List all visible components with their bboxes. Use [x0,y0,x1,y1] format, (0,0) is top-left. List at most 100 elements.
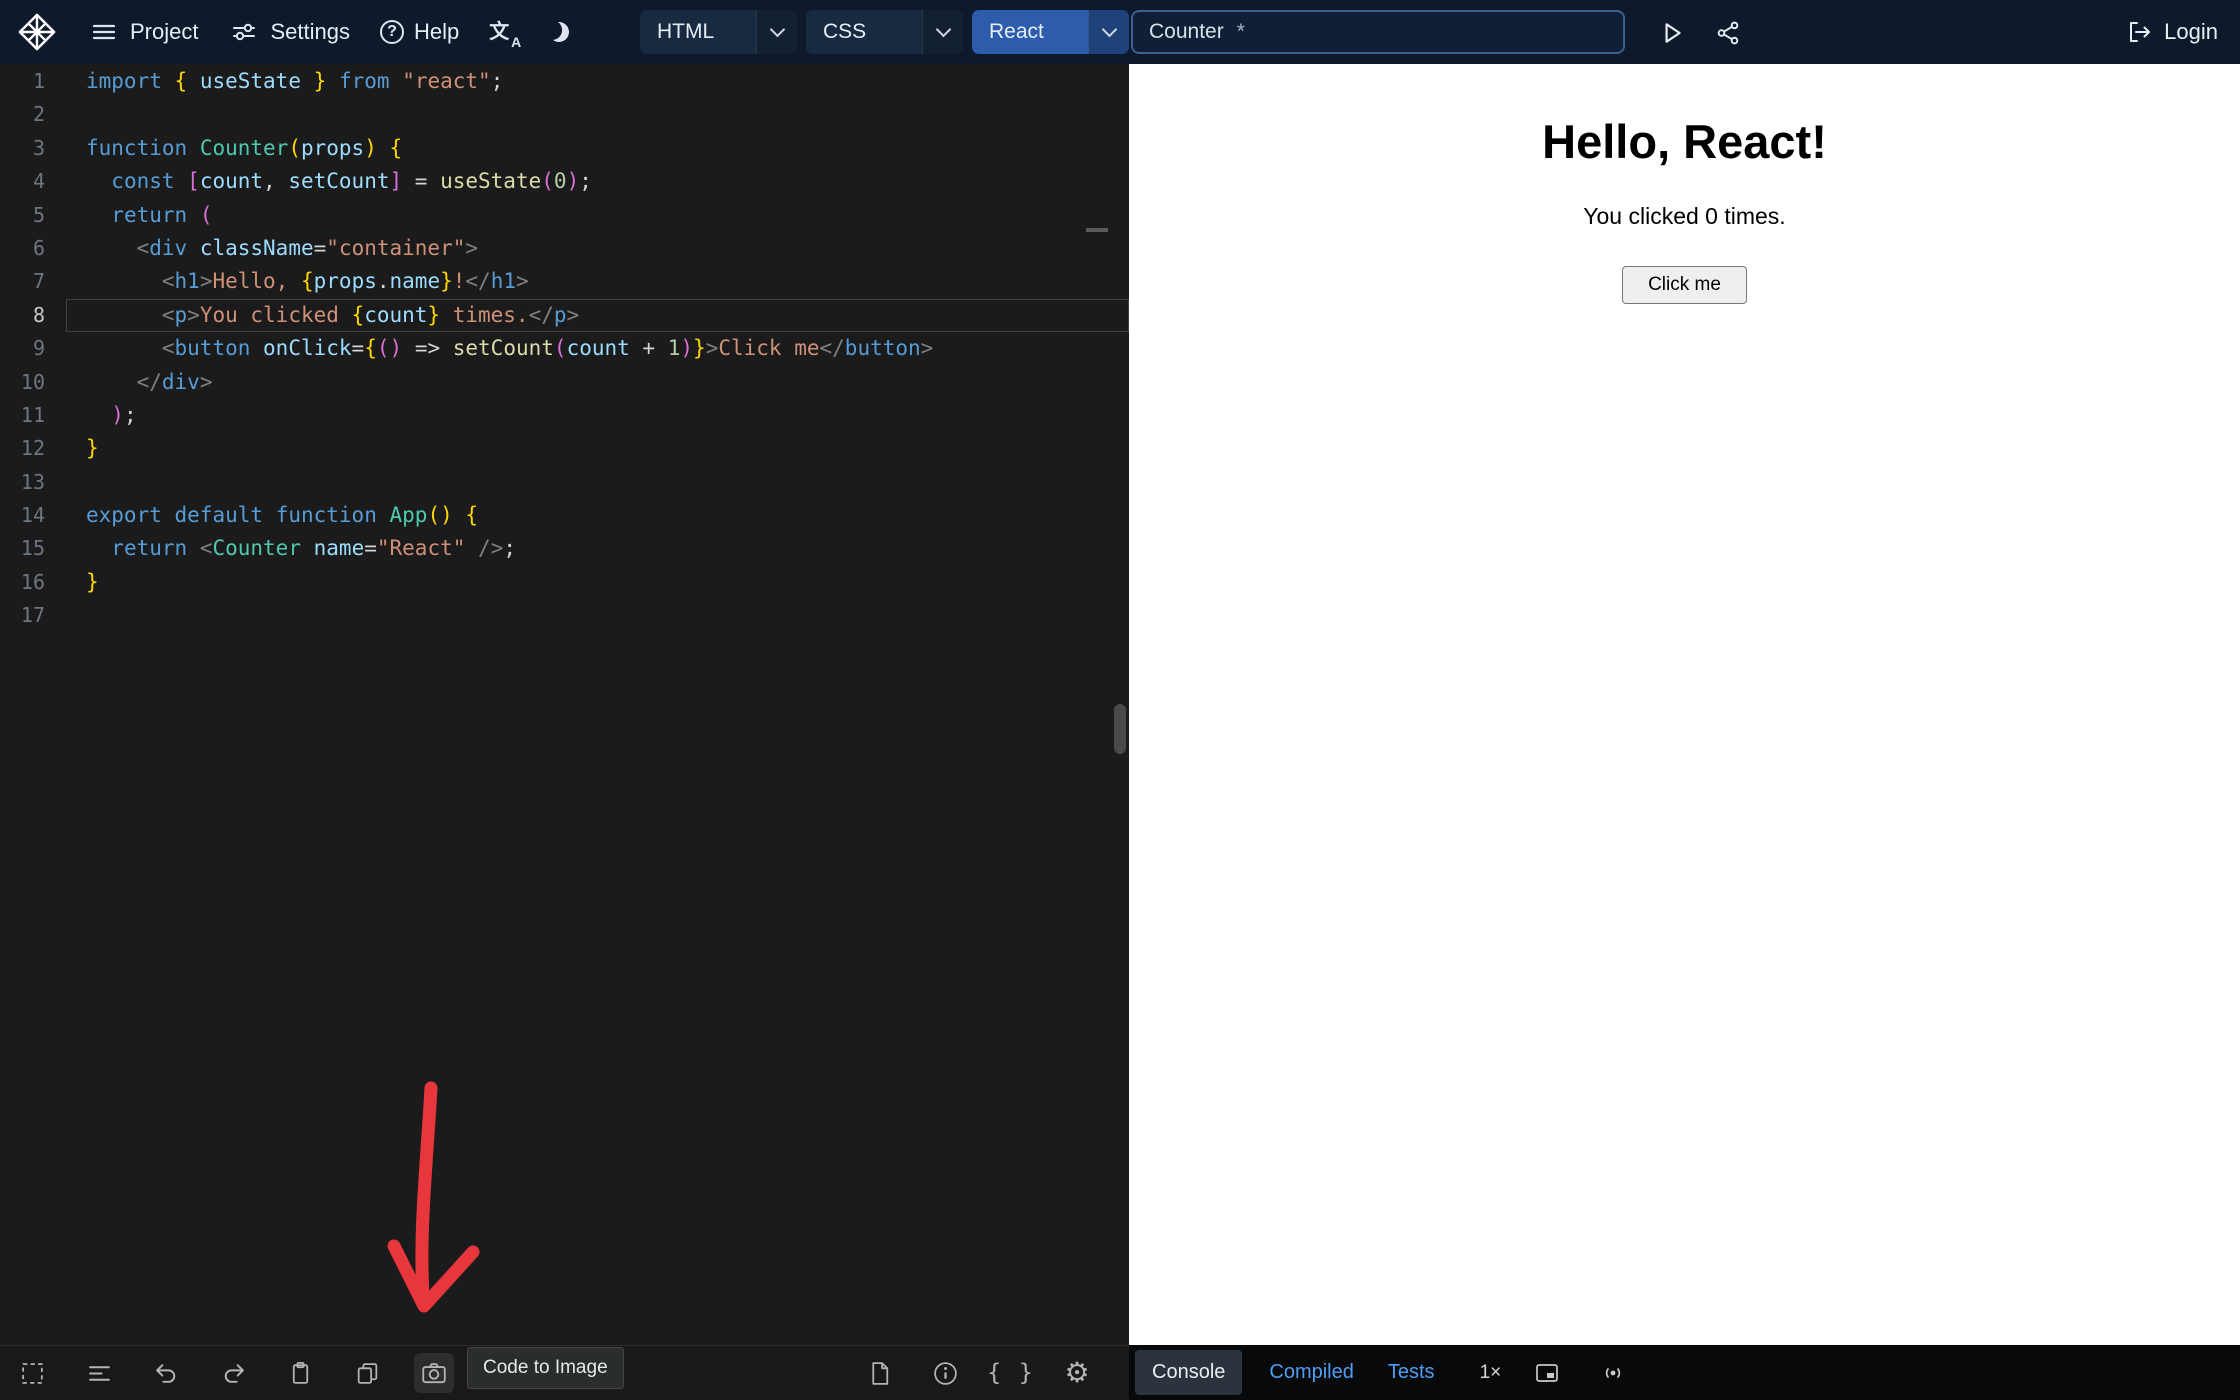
redo-icon [224,1363,244,1383]
line-number-6: 6 [32,235,45,260]
chevron-down-icon [935,21,951,38]
play-icon [1665,23,1681,43]
login-icon [2130,22,2151,42]
project-name-value: Counter [1149,20,1224,43]
line-number-14: 14 [20,503,45,528]
preview-pane: Hello, React! You clicked 0 times. Click… [1129,64,2240,1345]
unsaved-marker: * [1236,20,1245,43]
gear-icon: ⚙ [1064,1357,1090,1388]
redo-button[interactable] [213,1353,253,1393]
code-area[interactable]: import { useState } from "react"; functi… [66,64,1129,1345]
broadcast-icon [1606,1367,1621,1378]
sliders-icon [228,16,260,48]
share-button[interactable] [1708,13,1748,53]
tab-react[interactable]: React [972,10,1129,54]
tab-css[interactable]: CSS [806,10,963,54]
file-icon [871,1361,888,1385]
line-number-16: 16 [20,569,45,594]
line-number-11: 11 [20,402,45,427]
info-button[interactable] [925,1353,965,1393]
translate-button[interactable]: 文A [489,17,522,50]
scrollbar-thumb[interactable] [1114,704,1126,754]
code-line-9[interactable]: <button onClick={() => setCount(count + … [66,332,1129,365]
code-line-13[interactable] [66,466,1129,499]
chevron-down-icon [769,21,785,38]
editor-settings-button[interactable]: ⚙ [1057,1353,1097,1393]
camera-icon [422,1363,446,1384]
menu-item-help[interactable]: ? Help [379,19,459,45]
info-icon [933,1361,957,1385]
code-line-12[interactable]: } [66,432,1129,465]
menu-item-settings[interactable]: Settings [228,16,350,48]
tab-tests[interactable]: Tests [1371,1345,1452,1400]
selection-mode-button[interactable] [12,1353,52,1393]
live-reload-button[interactable] [1593,1353,1633,1393]
click-me-button[interactable]: Click me [1622,266,1747,304]
chevron-down-icon [1101,21,1117,38]
selection-icon [21,1362,43,1384]
format-lines-button[interactable] [79,1353,119,1393]
line-number-12: 12 [20,436,45,461]
code-line-15[interactable]: return <Counter name="React" />; [66,532,1129,565]
topbar: Project Settings ? Help 文A HTML CSS Reac… [0,0,2240,64]
gutter: 1 2 3 4 5 6 7 8 9 10 11 12 13 14 15 16 17 [0,64,66,1345]
line-number-15: 15 [20,536,45,561]
menu-item-project[interactable]: Project [88,16,198,48]
align-lines-icon [88,1365,110,1381]
file-tabs: HTML CSS React [640,10,1129,54]
file-button[interactable] [859,1353,899,1393]
line-number-7: 7 [32,269,45,294]
code-line-5[interactable]: return ( [66,199,1129,232]
zoom-level: 1× [1479,1361,1502,1383]
run-button[interactable] [1652,13,1692,53]
line-number-17: 17 [20,603,45,628]
translate-icon: 文A [489,21,522,50]
tab-html[interactable]: HTML [640,10,797,54]
code-line-16[interactable]: } [66,566,1129,599]
app-logo-icon[interactable] [16,11,58,53]
code-line-7[interactable]: <h1>Hello, {props.name}!</h1> [66,265,1129,298]
menu-item-settings-label: Settings [270,19,350,44]
code-to-image-button[interactable] [414,1353,454,1393]
editor-scrollbar[interactable] [1110,64,1129,1345]
preview-heading: Hello, React! [1542,115,1827,168]
code-line-17[interactable] [66,599,1129,632]
theme-toggle-button[interactable] [549,22,569,42]
tab-css-label: CSS [823,20,867,43]
copy-button[interactable] [347,1353,387,1393]
code-line-10[interactable]: </div> [66,366,1129,399]
project-name-input[interactable]: Counter * [1131,10,1625,54]
code-to-image-tooltip: Code to Image [467,1347,624,1389]
hamburger-icon [88,16,120,48]
line-number-10: 10 [20,369,45,394]
tab-react-dropdown[interactable] [1088,10,1129,54]
tab-console[interactable]: Console [1135,1350,1243,1395]
code-line-2[interactable] [66,98,1129,131]
tab-html-dropdown[interactable] [756,10,797,54]
braces-icon: { } [987,1360,1035,1386]
code-editor-pane: 1 2 3 4 5 6 7 8 9 10 11 12 13 14 15 16 17 import { useSt… [0,64,1129,1345]
line-number-3: 3 [32,135,45,160]
undo-button[interactable] [146,1353,186,1393]
help-icon: ? [379,20,404,44]
copy-icon [357,1362,377,1384]
clipboard-icon [292,1361,308,1384]
code-line-11[interactable]: ); [66,399,1129,432]
moon-icon [547,19,572,44]
code-line-1[interactable]: import { useState } from "react"; [66,65,1129,98]
code-line-8[interactable]: <p>You clicked {count} times.</p> [66,299,1129,332]
preview-status-text: You clicked 0 times. [1583,203,1786,229]
tab-compiled[interactable]: Compiled [1252,1345,1370,1400]
code-line-14[interactable]: export default function App() { [66,499,1129,532]
code-line-6[interactable]: <div className="container"> [66,232,1129,265]
login-button[interactable]: Login [2127,0,2218,64]
code-line-4[interactable]: const [count, setCount] = useState(0); [66,165,1129,198]
popout-preview-button[interactable] [1527,1353,1567,1393]
format-code-button[interactable]: { } [987,1353,1033,1393]
share-icon [1717,21,1739,45]
line-number-9: 9 [32,336,45,361]
code-line-3[interactable]: function Counter(props) { [66,132,1129,165]
tab-css-dropdown[interactable] [922,10,963,54]
line-number-8: 8 [32,302,45,327]
paste-button[interactable] [280,1353,320,1393]
